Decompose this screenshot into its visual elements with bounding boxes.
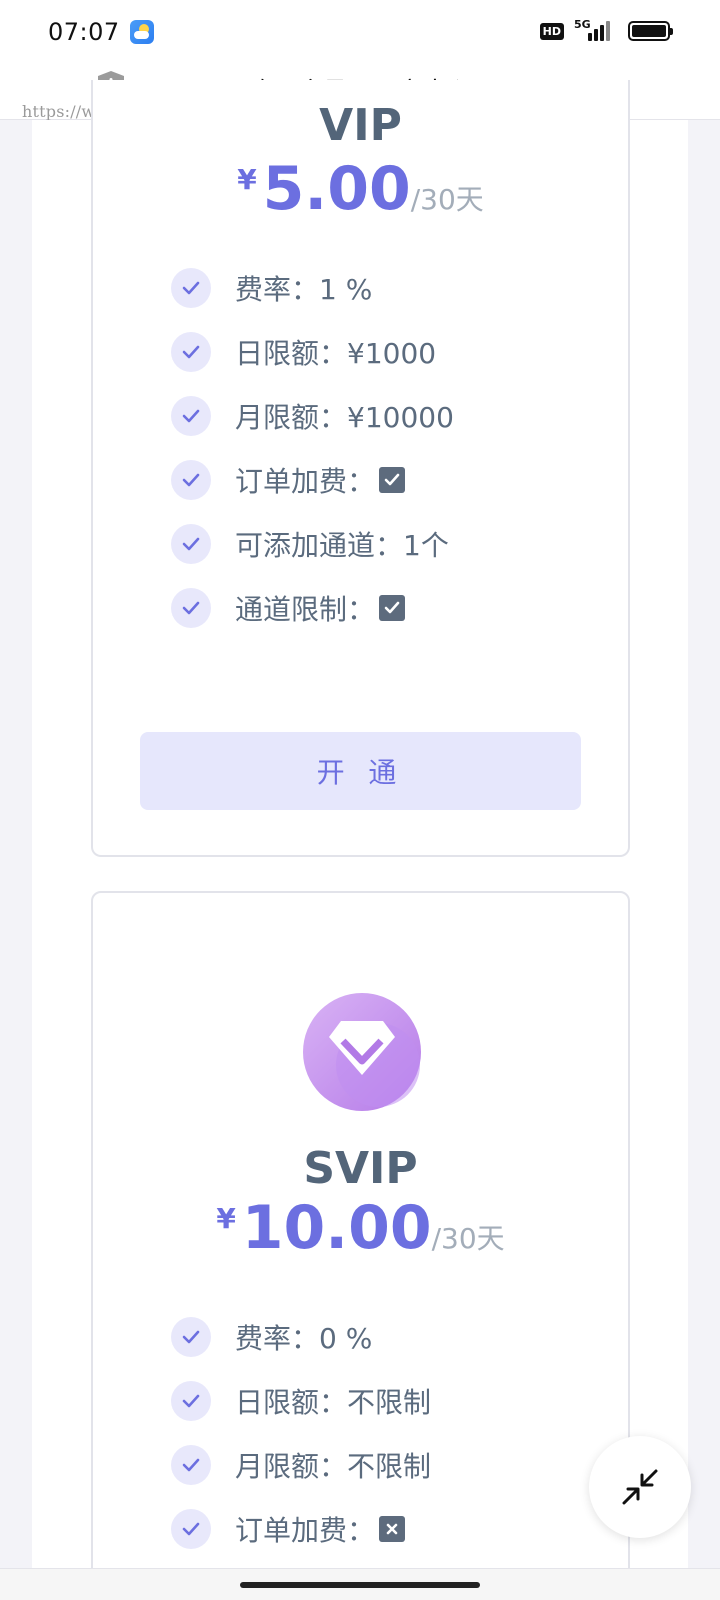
feature-item: 费率：1 % <box>171 268 372 308</box>
feature-label: 可添加通道：1个 <box>235 529 449 562</box>
check-icon <box>171 460 211 500</box>
feature-item: 月限额：¥10000 <box>171 396 454 436</box>
price-amount: 10.00 <box>241 1193 432 1263</box>
feature-item: 日限额：不限制 <box>171 1381 431 1421</box>
price-period: /30天 <box>431 1222 505 1255</box>
feature-item: 通道限制： <box>171 588 406 628</box>
check-icon <box>171 1509 211 1549</box>
plan-name: SVIP <box>303 1143 418 1194</box>
price-row: ¥10.00/30天 <box>93 1193 628 1263</box>
checkbox-checked-icon <box>379 595 406 621</box>
plan-name: VIP <box>319 100 402 151</box>
feature-item: 月限额：不限制 <box>171 1445 431 1485</box>
checkbox-checked-icon <box>379 467 406 493</box>
signal-icon: 5G <box>574 18 618 43</box>
network-label: 5G <box>574 18 591 31</box>
open-vip-button[interactable]: 开 通 <box>140 732 581 810</box>
check-icon <box>171 524 211 564</box>
status-time: 07:07 <box>48 18 120 46</box>
check-icon <box>171 1317 211 1357</box>
plan-card-svip: SVIP ¥10.00/30天 费率：0 % 日限额：不限制 月限额：不限制 订… <box>91 891 630 1600</box>
status-bar: 07:07 HD 5G <box>0 0 720 62</box>
price-currency: ¥ <box>237 163 257 196</box>
check-icon <box>171 396 211 436</box>
collapse-button[interactable] <box>589 1436 691 1538</box>
check-icon <box>171 332 211 372</box>
price-row: ¥5.00/30天 <box>93 154 628 224</box>
status-icons: HD 5G <box>539 18 673 44</box>
feature-label: 月限额：不限制 <box>235 1450 432 1483</box>
check-icon <box>171 268 211 308</box>
battery-icon <box>628 21 673 41</box>
feature-label: 日限额：不限制 <box>235 1386 432 1419</box>
feature-label: 费率：0 % <box>235 1322 373 1355</box>
feature-label: 订单加费： <box>235 1514 376 1547</box>
diamond-icon <box>303 993 421 1111</box>
check-icon <box>171 588 211 628</box>
feature-label: 月限额：¥10000 <box>235 401 454 434</box>
price-currency: ¥ <box>216 1202 236 1235</box>
feature-item: 费率：0 % <box>171 1317 372 1357</box>
feature-item: 订单加费： <box>171 1509 406 1549</box>
feature-label: 通道限制： <box>235 593 376 626</box>
hd-icon: HD <box>539 22 564 40</box>
feature-label: 订单加费： <box>235 465 376 498</box>
feature-label: 日限额：¥1000 <box>235 337 437 370</box>
feature-item: 日限额：¥1000 <box>171 332 436 372</box>
feature-item: 可添加通道：1个 <box>171 524 449 564</box>
plan-card-vip: VIP ¥5.00/30天 费率：1 % 日限额：¥1000 月限额：¥1000… <box>91 80 630 857</box>
price-amount: 5.00 <box>262 154 411 224</box>
home-indicator[interactable] <box>240 1582 480 1588</box>
system-nav-bar <box>0 1568 720 1600</box>
checkbox-crossed-icon <box>379 1516 406 1542</box>
feature-label: 费率：1 % <box>235 273 373 306</box>
price-period: /30天 <box>410 183 484 216</box>
feature-item: 订单加费： <box>171 460 406 500</box>
check-icon <box>171 1381 211 1421</box>
check-icon <box>171 1445 211 1485</box>
collapse-icon <box>622 1469 658 1505</box>
weather-icon <box>130 20 154 44</box>
